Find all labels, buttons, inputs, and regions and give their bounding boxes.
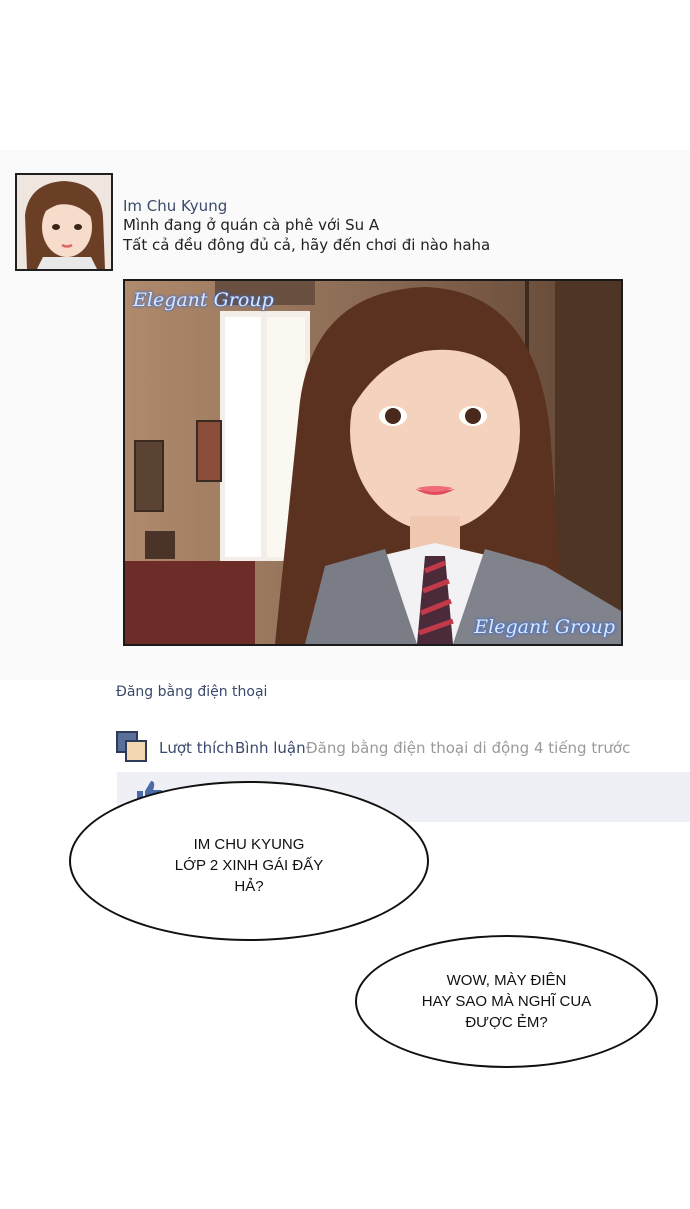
like-link[interactable]: Lượt thích xyxy=(159,739,234,757)
bubble-2-line-1: WOW, MÀY ĐIÊN xyxy=(446,972,567,989)
comment-link[interactable]: Bình luận xyxy=(235,739,306,757)
bubble-1-line-2: LỚP 2 XINH GÁI ĐẤY xyxy=(174,856,324,874)
status-text-line-1: Mình đang ở quán cà phê với Su A xyxy=(123,216,380,234)
speech-bubble-1: IM CHU KYUNG LỚP 2 XINH GÁI ĐẤY HẢ? xyxy=(69,781,429,941)
post-photo[interactable]: Elegant Group Elegant Group xyxy=(123,279,623,646)
bubble-1-line-3: HẢ? xyxy=(234,877,264,895)
posted-via-label: Đăng bằng điện thoại xyxy=(116,684,268,700)
post-meta-time: Đăng bằng điện thoại di động 4 tiếng trư… xyxy=(306,739,631,757)
top-blank-area xyxy=(0,0,690,150)
bubble-2-line-3: ĐƯỢC ẺM? xyxy=(465,1014,548,1031)
bubble-2-line-2: HAY SAO MÀ NGHĨ CUA xyxy=(421,993,592,1010)
speech-bubble-2: WOW, MÀY ĐIÊN HAY SAO MÀ NGHĨ CUA ĐƯỢC Ẻ… xyxy=(355,935,658,1068)
avatar[interactable] xyxy=(15,173,113,271)
watermark-bottom: Elegant Group xyxy=(474,616,615,638)
bubble-1-line-1: IM CHU KYUNG xyxy=(193,835,305,853)
avatar-portrait-illustration xyxy=(17,175,111,269)
status-text-line-2: Tất cả đều đông đủ cả, hãy đến chơi đi n… xyxy=(123,236,491,254)
photo-illustration xyxy=(125,281,621,644)
stacked-squares-icon xyxy=(116,731,148,763)
watermark-top: Elegant Group xyxy=(133,289,274,311)
author-name[interactable]: Im Chu Kyung xyxy=(123,197,227,215)
